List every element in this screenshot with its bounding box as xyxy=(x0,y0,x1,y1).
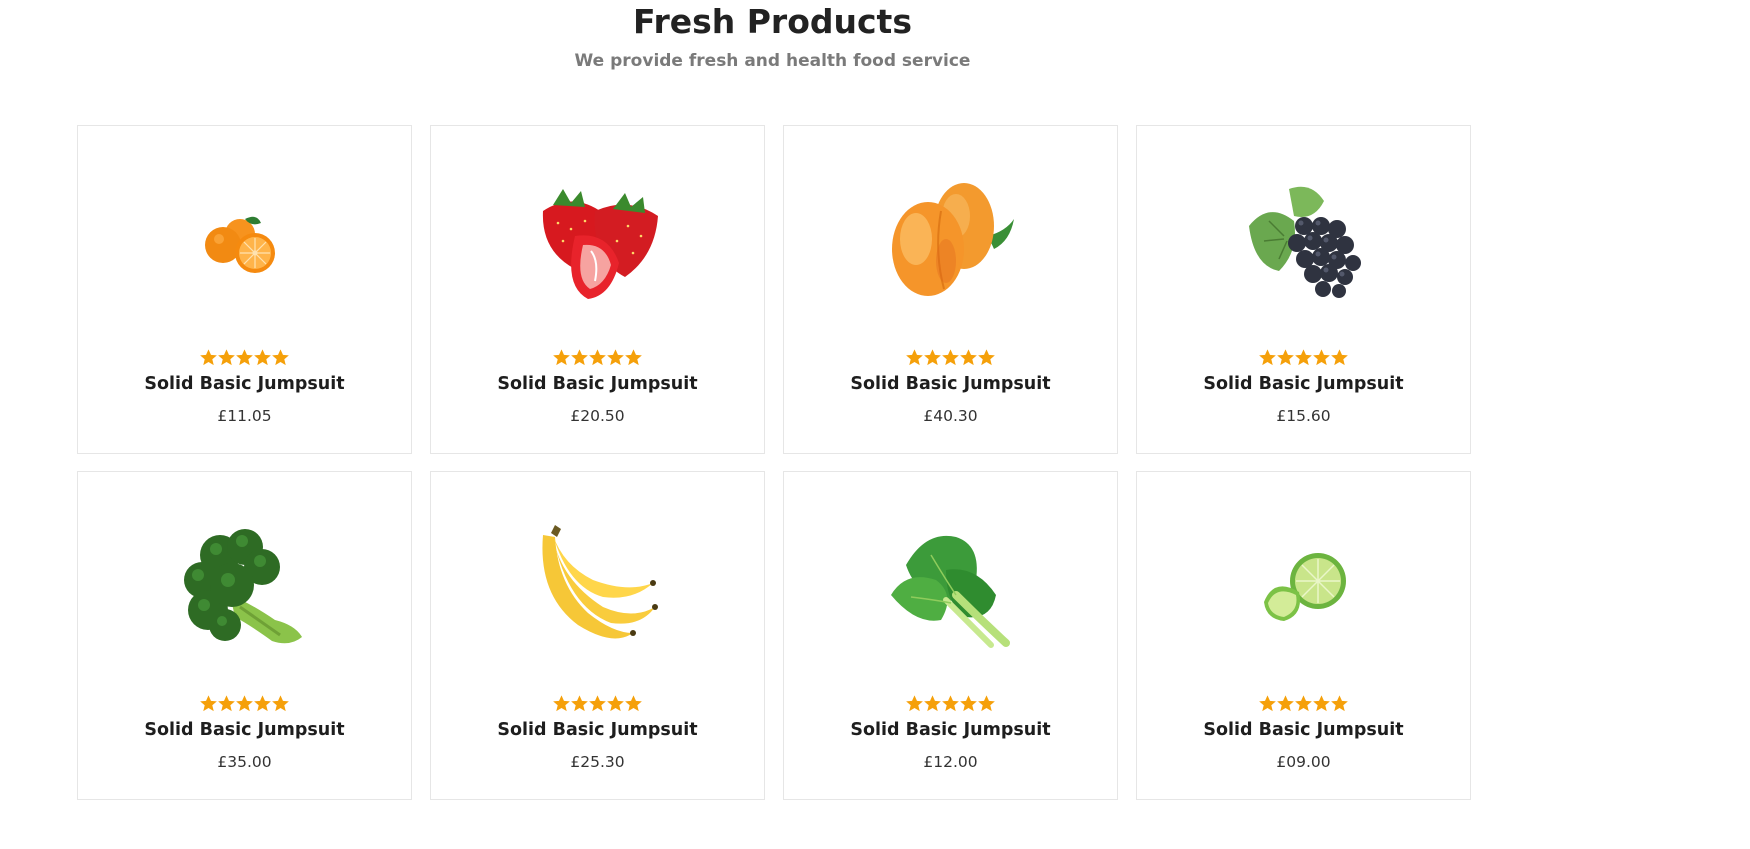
peach-icon xyxy=(891,183,1014,296)
product-price: £09.00 xyxy=(1276,753,1331,771)
product-image[interactable] xyxy=(78,166,411,316)
product-card[interactable]: Solid Basic Jumpsuit £25.30 xyxy=(430,471,765,800)
product-price: £35.00 xyxy=(217,753,272,771)
star-icon xyxy=(571,349,588,366)
star-icon xyxy=(589,349,606,366)
product-price: £20.50 xyxy=(570,407,625,425)
product-grid: Solid Basic Jumpsuit £11.05 Solid Basic … xyxy=(77,125,1471,800)
star-rating xyxy=(1137,348,1470,368)
star-icon xyxy=(1313,695,1330,712)
star-icon xyxy=(906,695,923,712)
page: Fresh Products We provide fresh and heal… xyxy=(0,0,1750,849)
product-price: £12.00 xyxy=(923,753,978,771)
star-icon xyxy=(200,695,217,712)
star-icon xyxy=(978,349,995,366)
star-rating xyxy=(78,694,411,714)
star-rating xyxy=(784,348,1117,368)
product-image[interactable] xyxy=(784,166,1117,316)
star-rating xyxy=(78,348,411,368)
product-name[interactable]: Solid Basic Jumpsuit xyxy=(431,371,764,397)
star-icon xyxy=(625,695,642,712)
star-icon xyxy=(1295,349,1312,366)
star-icon xyxy=(1259,695,1276,712)
product-image[interactable] xyxy=(1137,166,1470,316)
product-card[interactable]: Solid Basic Jumpsuit £11.05 xyxy=(77,125,412,454)
product-name[interactable]: Solid Basic Jumpsuit xyxy=(784,371,1117,397)
product-image[interactable] xyxy=(431,512,764,662)
star-icon xyxy=(1277,695,1294,712)
star-icon xyxy=(924,349,941,366)
product-image[interactable] xyxy=(784,512,1117,662)
product-image[interactable] xyxy=(1137,512,1470,662)
product-name[interactable]: Solid Basic Jumpsuit xyxy=(1137,371,1470,397)
star-icon xyxy=(254,349,271,366)
star-icon xyxy=(906,349,923,366)
product-card[interactable]: Solid Basic Jumpsuit £12.00 xyxy=(783,471,1118,800)
product-card[interactable]: Solid Basic Jumpsuit £09.00 xyxy=(1136,471,1471,800)
product-card[interactable]: Solid Basic Jumpsuit £15.60 xyxy=(1136,125,1471,454)
star-icon xyxy=(625,349,642,366)
star-icon xyxy=(960,349,977,366)
star-icon xyxy=(553,695,570,712)
star-icon xyxy=(1277,349,1294,366)
product-price: £25.30 xyxy=(570,753,625,771)
star-icon xyxy=(218,695,235,712)
product-name[interactable]: Solid Basic Jumpsuit xyxy=(1137,717,1470,743)
star-icon xyxy=(218,349,235,366)
grapes-icon xyxy=(1248,186,1361,298)
star-icon xyxy=(571,695,588,712)
star-icon xyxy=(942,349,959,366)
product-name[interactable]: Solid Basic Jumpsuit xyxy=(784,717,1117,743)
star-icon xyxy=(272,349,289,366)
star-icon xyxy=(607,695,624,712)
product-name[interactable]: Solid Basic Jumpsuit xyxy=(78,717,411,743)
broccoli-icon xyxy=(183,528,302,643)
product-price: £11.05 xyxy=(217,407,272,425)
star-icon xyxy=(254,695,271,712)
product-image[interactable] xyxy=(78,512,411,662)
star-icon xyxy=(607,349,624,366)
banana-icon xyxy=(541,524,658,638)
star-icon xyxy=(1259,349,1276,366)
star-icon xyxy=(1331,349,1348,366)
lime-icon xyxy=(1263,553,1346,621)
product-name[interactable]: Solid Basic Jumpsuit xyxy=(431,717,764,743)
product-card[interactable]: Solid Basic Jumpsuit £35.00 xyxy=(77,471,412,800)
star-icon xyxy=(272,695,289,712)
section-title: Fresh Products xyxy=(633,2,912,41)
lettuce-icon xyxy=(890,535,1010,648)
star-icon xyxy=(553,349,570,366)
star-icon xyxy=(942,695,959,712)
star-icon xyxy=(978,695,995,712)
star-rating xyxy=(784,694,1117,714)
star-icon xyxy=(236,695,253,712)
star-icon xyxy=(924,695,941,712)
section-subtitle: We provide fresh and health food service xyxy=(574,51,971,71)
strawberry-icon xyxy=(542,189,658,299)
star-icon xyxy=(200,349,217,366)
star-rating xyxy=(431,348,764,368)
product-price: £40.30 xyxy=(923,407,978,425)
star-rating xyxy=(1137,694,1470,714)
star-icon xyxy=(1331,695,1348,712)
star-icon xyxy=(960,695,977,712)
product-image[interactable] xyxy=(431,166,764,316)
product-card[interactable]: Solid Basic Jumpsuit £20.50 xyxy=(430,125,765,454)
star-icon xyxy=(236,349,253,366)
star-icon xyxy=(589,695,606,712)
star-icon xyxy=(1295,695,1312,712)
product-name[interactable]: Solid Basic Jumpsuit xyxy=(78,371,411,397)
star-rating xyxy=(431,694,764,714)
product-price: £15.60 xyxy=(1276,407,1331,425)
star-icon xyxy=(1313,349,1330,366)
product-card[interactable]: Solid Basic Jumpsuit £40.30 xyxy=(783,125,1118,454)
orange-icon xyxy=(204,216,275,273)
